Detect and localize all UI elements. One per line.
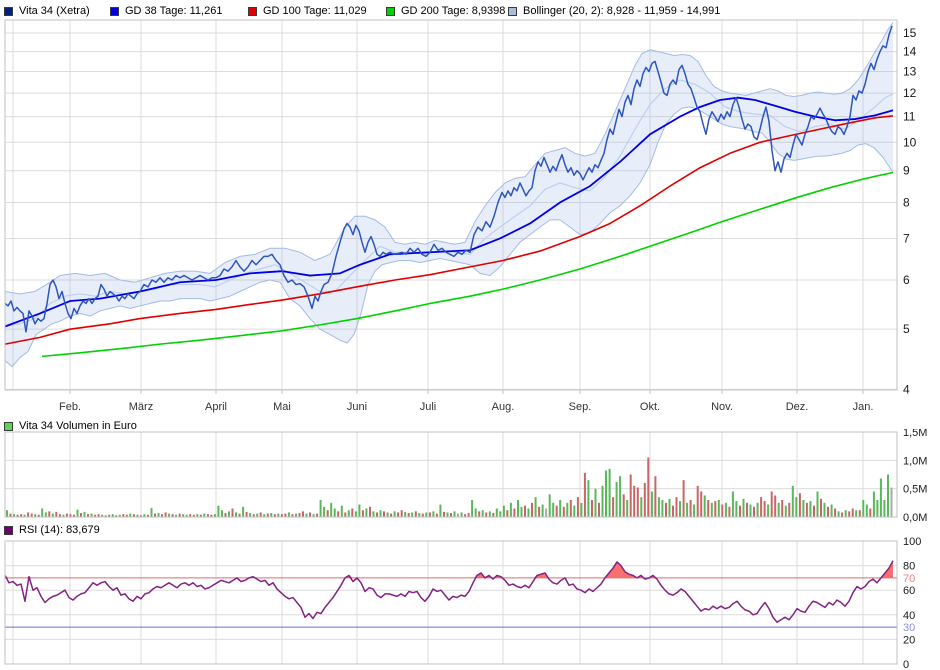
svg-text:Nov.: Nov. xyxy=(711,401,733,413)
price-legend-item: Bollinger (20, 2): 8,928 - 11,959 - 14,9… xyxy=(508,3,720,19)
svg-text:12: 12 xyxy=(903,86,917,100)
svg-text:14: 14 xyxy=(903,45,917,59)
svg-text:0: 0 xyxy=(903,659,909,670)
svg-text:9: 9 xyxy=(903,164,910,178)
svg-text:11: 11 xyxy=(903,110,916,124)
svg-text:Dez.: Dez. xyxy=(786,401,809,413)
svg-text:1,0M: 1,0M xyxy=(903,455,927,467)
svg-text:10: 10 xyxy=(903,135,917,149)
svg-text:20: 20 xyxy=(903,634,915,646)
svg-text:100: 100 xyxy=(903,536,921,548)
svg-text:15: 15 xyxy=(903,26,917,40)
series-swatch-icon xyxy=(386,7,395,16)
svg-text:April: April xyxy=(205,401,227,413)
svg-text:4: 4 xyxy=(903,382,910,396)
svg-text:Jan.: Jan. xyxy=(853,401,874,413)
price-legend-item: Vita 34 (Xetra) xyxy=(4,3,90,19)
volume-chart: 1,5M1,0M0,5M0,0M xyxy=(0,429,940,537)
svg-text:1,5M: 1,5M xyxy=(903,429,927,439)
svg-text:Juni: Juni xyxy=(347,401,367,413)
series-swatch-icon xyxy=(4,7,13,16)
series-swatch-icon xyxy=(508,7,517,16)
svg-text:30: 30 xyxy=(903,622,915,634)
svg-text:60: 60 xyxy=(903,585,915,597)
price-chart: 15 14 13 12 11 10 9 8 7 6 5 4 Feb. März April Mai Juni Ju… xyxy=(0,18,940,416)
svg-text:70: 70 xyxy=(903,573,915,585)
svg-text:13: 13 xyxy=(903,65,917,79)
price-legend-item: GD 200 Tage: 8,9398 xyxy=(386,3,505,19)
svg-text:40: 40 xyxy=(903,610,915,622)
stock-chart-widget: Vita 34 (Xetra) GD 38 Tage: 11,261 GD 100 … xyxy=(0,0,940,670)
series-swatch-icon xyxy=(110,7,119,16)
svg-text:Aug.: Aug. xyxy=(492,401,515,413)
rsi-swatch-icon xyxy=(4,526,13,535)
svg-text:Okt.: Okt. xyxy=(640,401,660,413)
price-legend-label: GD 38 Tage: 11,261 xyxy=(125,5,222,17)
price-legend: Vita 34 (Xetra) GD 38 Tage: 11,261 GD 100 … xyxy=(0,3,940,19)
svg-text:7: 7 xyxy=(903,231,910,245)
price-legend-item: GD 38 Tage: 11,261 xyxy=(110,3,222,19)
svg-text:Sep.: Sep. xyxy=(569,401,592,413)
price-legend-label: Bollinger (20, 2): 8,928 - 11,959 - 14,9… xyxy=(523,5,720,17)
svg-text:5: 5 xyxy=(903,322,910,336)
svg-text:6: 6 xyxy=(903,273,910,287)
price-legend-label: GD 200 Tage: 8,9398 xyxy=(401,5,505,17)
svg-text:80: 80 xyxy=(903,561,915,573)
price-legend-label: Vita 34 (Xetra) xyxy=(19,5,90,17)
rsi-legend-label: RSI (14): 83,679 xyxy=(19,524,100,536)
svg-text:Feb.: Feb. xyxy=(59,401,81,413)
series-swatch-icon xyxy=(248,7,257,16)
svg-text:8: 8 xyxy=(903,195,910,209)
price-legend-item: GD 100 Tage: 11,029 xyxy=(248,3,367,19)
svg-text:März: März xyxy=(129,401,153,413)
svg-text:Juli: Juli xyxy=(420,401,437,413)
rsi-chart: 100 807060 403020 0 xyxy=(0,536,940,670)
svg-text:Mai: Mai xyxy=(273,401,291,413)
price-legend-label: GD 100 Tage: 11,029 xyxy=(263,5,367,17)
svg-text:0,5M: 0,5M xyxy=(903,484,927,496)
